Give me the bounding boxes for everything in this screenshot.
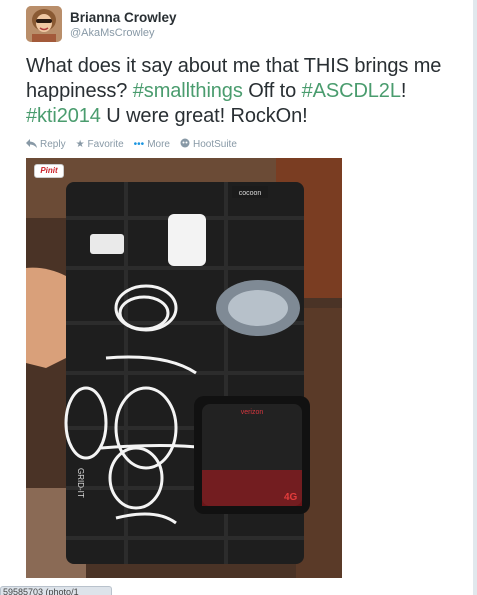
avatar-image	[26, 6, 62, 42]
hashtag-link[interactable]: #kti2014	[26, 105, 101, 127]
tweet-text: What does it say about me that THIS brin…	[26, 54, 456, 129]
star-icon: ★	[75, 139, 85, 150]
tweet-segment: U were great! RockOn!	[100, 105, 308, 127]
avatar[interactable]	[26, 6, 62, 42]
tweet-segment: Off to	[242, 80, 302, 102]
device-brand: verizon	[241, 409, 264, 416]
hootsuite-icon	[180, 138, 190, 151]
more-label: More	[147, 139, 170, 150]
favorite-button[interactable]: ★ Favorite	[76, 139, 124, 150]
more-button[interactable]: ••• More	[134, 139, 170, 150]
reply-label: Reply	[40, 139, 66, 150]
reply-arrow-icon	[26, 138, 37, 151]
user-name[interactable]: Brianna Crowley	[70, 10, 177, 25]
favorite-label: Favorite	[87, 139, 124, 150]
status-tab[interactable]: 59585703 (photo/1	[0, 586, 112, 595]
device-label: 4G	[284, 492, 298, 503]
brand-side-label: GRID-IT	[76, 468, 85, 498]
brand-label: cocoon	[239, 190, 262, 197]
hashtag-link[interactable]: #smallthings	[133, 80, 243, 102]
tweet-card: Brianna Crowley @AkaMsCrowley What does …	[0, 0, 477, 595]
reply-button[interactable]: Reply	[26, 138, 66, 151]
hootsuite-button[interactable]: HootSuite	[180, 138, 237, 151]
dots-icon: •••	[133, 139, 145, 150]
tweet-segment: !	[400, 80, 407, 102]
tweet-actions: Reply ★ Favorite ••• More HootSuite	[26, 138, 247, 151]
tweet-photo[interactable]: verizon 4G cocoon GRID-IT Pinit	[26, 158, 342, 578]
hootsuite-label: HootSuite	[192, 139, 237, 150]
user-handle[interactable]: @AkaMsCrowley	[70, 27, 155, 39]
photo-image: verizon 4G cocoon GRID-IT	[26, 158, 342, 578]
hashtag-link[interactable]: #ASCDL2L	[302, 80, 401, 102]
pinit-button[interactable]: Pinit	[34, 164, 64, 178]
scrollbar-edge	[473, 0, 477, 595]
